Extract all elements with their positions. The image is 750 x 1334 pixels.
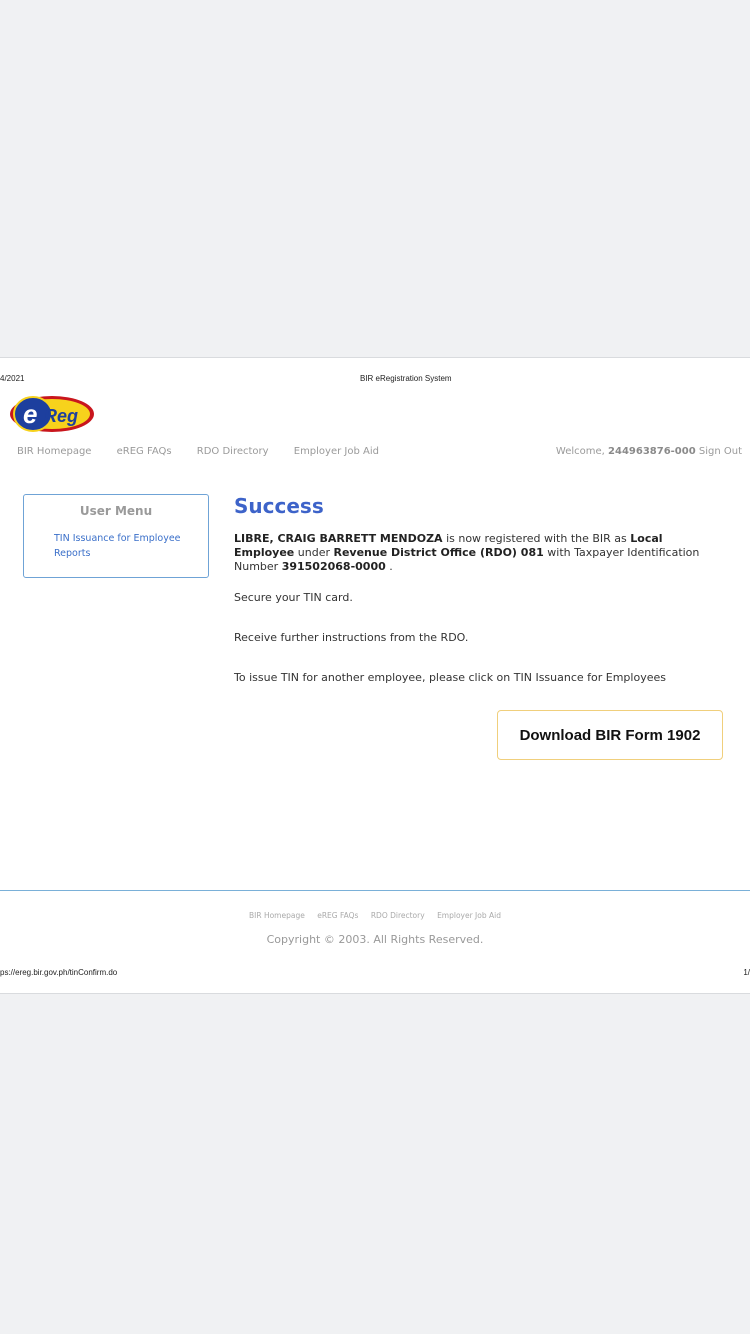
rdo-name: Revenue District Office (RDO) 081	[333, 546, 544, 559]
rdo-instructions-text: Receive further instructions from the RD…	[234, 631, 469, 644]
msg-text-1: is now registered with the BIR as	[442, 532, 631, 545]
copyright-text: Copyright © 2003. All Rights Reserved.	[266, 933, 484, 946]
footer-link-ereg-faqs[interactable]: eREG FAQs	[317, 911, 358, 920]
welcome-bar: Welcome, 244963876-000 Sign Out	[556, 446, 742, 457]
footer-link-bir-homepage[interactable]: BIR Homepage	[249, 911, 305, 920]
sign-out-link[interactable]: Sign Out	[699, 446, 742, 457]
printed-page: 4/2021 BIR eRegistration System e Reg BI…	[0, 357, 750, 994]
svg-text:Reg: Reg	[44, 406, 78, 426]
nav-rdo-directory[interactable]: RDO Directory	[197, 446, 269, 457]
svg-text:e: e	[23, 399, 37, 429]
main-content: Success LIBRE, CRAIG BARRETT MENDOZA is …	[234, 494, 714, 684]
nav-bir-homepage[interactable]: BIR Homepage	[17, 446, 91, 457]
registrant-name: LIBRE, CRAIG BARRETT MENDOZA	[234, 532, 443, 545]
tin-issuance-reports-link[interactable]: TIN Issuance for Employee Reports	[54, 531, 194, 561]
secure-tin-text: Secure your TIN card.	[234, 591, 353, 604]
tin-number: 391502068-0000	[281, 560, 386, 573]
download-form-1902-button[interactable]: Download BIR Form 1902	[497, 710, 723, 760]
footer-links: BIR Homepage eREG FAQs RDO Directory Emp…	[0, 911, 750, 920]
footer-link-rdo-directory[interactable]: RDO Directory	[371, 911, 425, 920]
welcome-prefix: Welcome,	[555, 446, 605, 457]
nav-ereg-faqs[interactable]: eREG FAQs	[117, 446, 172, 457]
success-heading: Success	[234, 494, 324, 518]
top-nav: BIR Homepage eREG FAQs RDO Directory Emp…	[17, 446, 401, 457]
user-menu-title: User Menu	[79, 504, 153, 518]
ereg-logo[interactable]: e Reg	[8, 392, 96, 436]
user-id: 244963876-000	[608, 446, 696, 457]
user-menu-box: User Menu TIN Issuance for Employee Repo…	[23, 494, 209, 578]
issue-another-text: To issue TIN for another employee, pleas…	[234, 671, 666, 684]
msg-text-4: .	[385, 560, 393, 573]
footer-link-employer-job-aid[interactable]: Employer Job Aid	[437, 911, 501, 920]
nav-employer-job-aid[interactable]: Employer Job Aid	[294, 446, 379, 457]
footer-divider	[0, 890, 750, 891]
print-url: ps://ereg.bir.gov.ph/tinConfirm.do	[0, 968, 118, 977]
print-date: 4/2021	[0, 374, 25, 383]
msg-text-2: under	[294, 546, 334, 559]
print-page-number: 1/	[743, 968, 750, 977]
print-title: BIR eRegistration System	[360, 374, 452, 383]
registration-message: LIBRE, CRAIG BARRETT MENDOZA is now regi…	[234, 532, 714, 574]
